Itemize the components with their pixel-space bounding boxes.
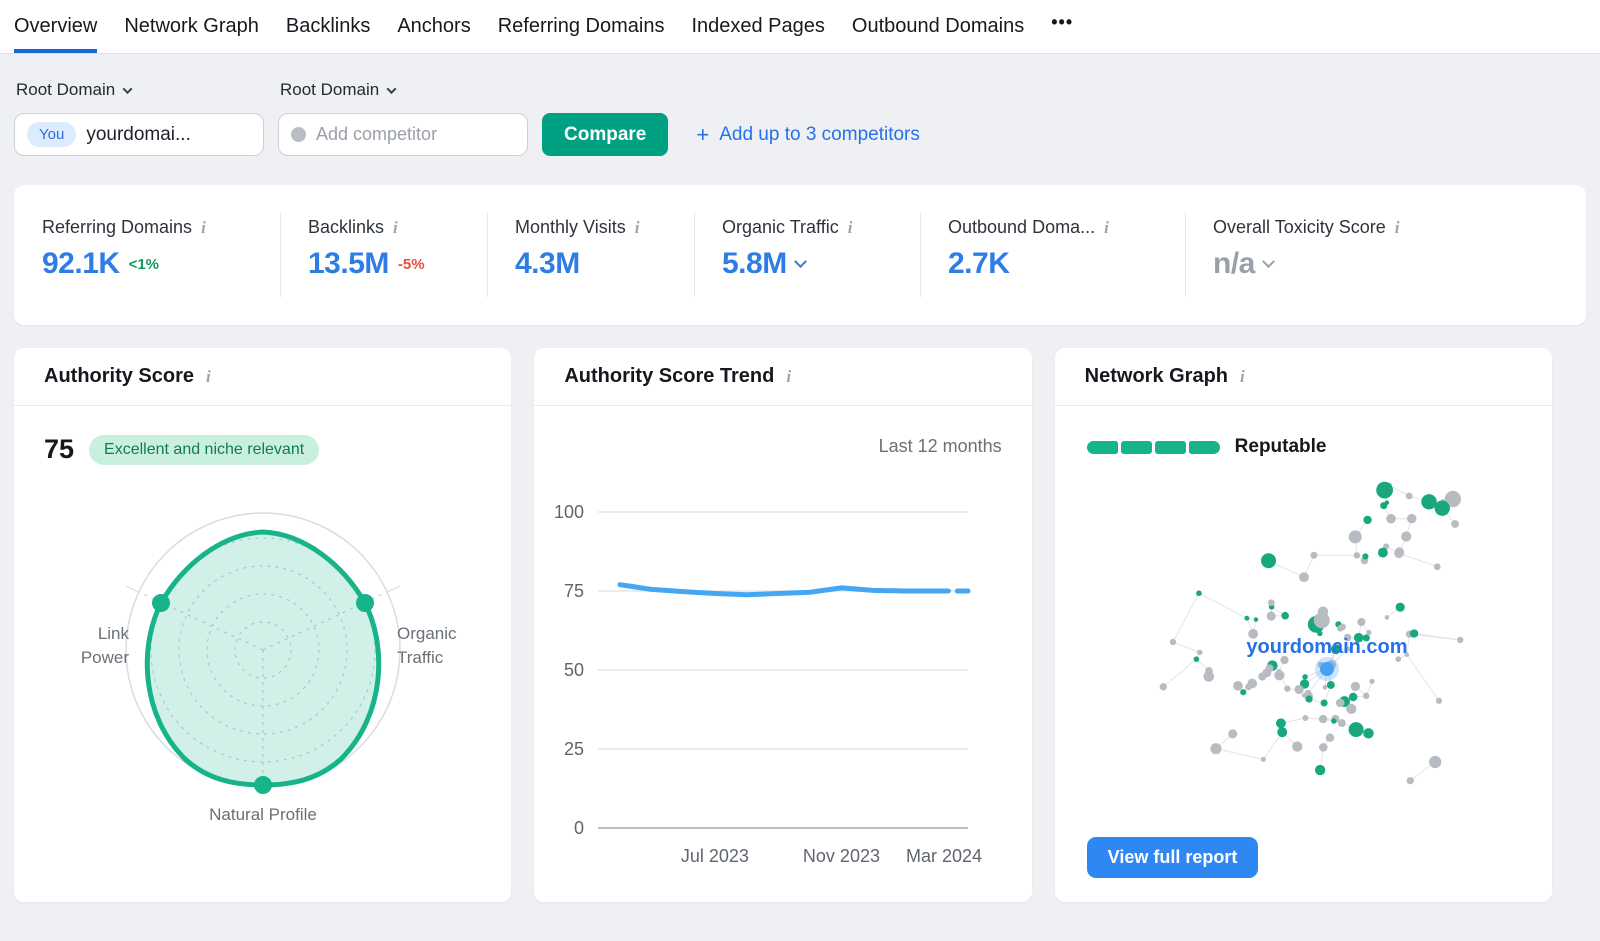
info-icon[interactable]: i	[393, 218, 398, 238]
svg-text:Jul 2023: Jul 2023	[681, 846, 749, 866]
you-badge: You	[27, 122, 77, 147]
metric-value: 4.3M	[515, 247, 580, 280]
svg-text:Nov 2023: Nov 2023	[803, 846, 880, 866]
metric-overall-toxicity-score: Overall Toxicity Score i n/a	[1185, 185, 1586, 325]
svg-text:0: 0	[574, 818, 584, 838]
tab-backlinks[interactable]: Backlinks	[286, 0, 370, 53]
authority-score-title: Authority Score	[44, 365, 195, 387]
plus-icon: +	[696, 121, 710, 147]
network-center-domain-label: yourdomain.com	[1246, 636, 1407, 658]
tab-indexed-pages[interactable]: Indexed Pages	[691, 0, 824, 53]
metric-value: 5.8M	[722, 247, 787, 280]
your-domain-input[interactable]: You yourdomai...	[14, 113, 264, 156]
tab-outbound-domains[interactable]: Outbound Domains	[852, 0, 1024, 53]
metric-delta: -5%	[397, 255, 425, 273]
metric-label: Overall Toxicity Score	[1213, 217, 1386, 237]
info-icon[interactable]: i	[206, 367, 211, 387]
tab-anchors[interactable]: Anchors	[397, 0, 470, 53]
metric-label: Outbound Doma...	[948, 217, 1096, 237]
info-icon[interactable]: i	[201, 218, 206, 238]
metric-monthly-visits: Monthly Visits i 4.3M	[487, 185, 694, 325]
metric-backlinks: Backlinks i 13.5M -5%	[280, 185, 487, 325]
svg-text:25: 25	[564, 739, 584, 759]
radar-axis-organic-traffic: Organic Traffic	[397, 624, 457, 667]
svg-text:75: 75	[564, 581, 584, 601]
authority-radar-chart: Link Power Organic Traffic Natural Profile	[43, 477, 483, 860]
network-graph-title: Network Graph	[1084, 365, 1229, 387]
metric-organic-traffic: Organic Traffic i 5.8M	[694, 185, 920, 325]
info-icon[interactable]: i	[1104, 218, 1109, 238]
info-icon[interactable]: i	[786, 367, 791, 387]
metric-label: Organic Traffic	[722, 217, 839, 237]
tab-overview[interactable]: Overview	[14, 0, 98, 53]
root-domain-dropdown[interactable]: Root Domain	[16, 80, 264, 100]
metric-label: Backlinks	[308, 217, 385, 237]
competitor-root-domain-dropdown[interactable]: Root Domain	[280, 80, 528, 100]
metric-outbound-doma: Outbound Doma... i 2.7K	[920, 185, 1185, 325]
metric-value: 92.1K	[42, 247, 120, 280]
more-tabs-button[interactable]: •••	[1051, 0, 1073, 53]
authority-trend-chart: 100 75 50 25 0 Jul 2023 Nov 2023 Mar 2024	[534, 406, 1031, 889]
chevron-down-icon	[122, 83, 133, 94]
info-icon[interactable]: i	[1240, 367, 1245, 387]
info-icon[interactable]: i	[635, 218, 640, 238]
info-icon[interactable]: i	[1395, 218, 1400, 238]
overview-cards: Authority Score i 75 Excellent and niche…	[14, 348, 1552, 902]
metrics-summary-bar: Referring Domains i 92.1K <1% Backlinks i 13.5…	[14, 185, 1586, 325]
metric-label: Referring Domains	[42, 217, 193, 237]
top-tab-bar: Overview Network Graph Backlinks Anchors Ref…	[0, 0, 1600, 54]
metric-value: n/a	[1213, 247, 1255, 280]
radar-axis-natural-profile: Natural Profile	[209, 805, 317, 824]
metric-label: Monthly Visits	[515, 217, 626, 237]
info-icon[interactable]: i	[848, 218, 853, 238]
reputation-label: Reputable	[1234, 436, 1327, 457]
authority-score-trend-card: Authority Score Trend i Last 12 months 1…	[534, 348, 1032, 902]
chevron-down-icon	[386, 83, 397, 94]
metric-value: 13.5M	[308, 247, 389, 280]
network-graph-card: Network Graph i Reputable yourdomain.com…	[1054, 348, 1552, 902]
reputation-meter	[1086, 440, 1220, 454]
competitor-root-domain-label: Root Domain	[280, 80, 380, 99]
tab-network-graph[interactable]: Network Graph	[124, 0, 259, 53]
network-graph-visualization[interactable]: yourdomain.com	[1055, 464, 1552, 881]
radar-axis-link-power: Link Power	[80, 624, 129, 667]
compare-button[interactable]: Compare	[542, 113, 669, 156]
chevron-down-icon[interactable]	[793, 254, 807, 268]
svg-text:Mar 2024: Mar 2024	[906, 846, 982, 866]
svg-text:50: 50	[564, 660, 584, 680]
your-domain-value: yourdomai...	[86, 123, 191, 145]
add-competitor-input[interactable]: Add competitor	[278, 113, 528, 156]
view-full-report-button[interactable]: View full report	[1086, 837, 1259, 878]
domain-filters: Root Domain You yourdomai... Root Domain…	[0, 54, 1600, 156]
add-competitors-link[interactable]: + Add up to 3 competitors	[696, 113, 920, 156]
authority-score-card: Authority Score i 75 Excellent and niche…	[14, 348, 512, 902]
chevron-down-icon[interactable]	[1261, 254, 1275, 268]
add-competitors-label: Add up to 3 competitors	[719, 123, 920, 145]
favicon-placeholder-icon	[291, 127, 306, 142]
metric-value: 2.7K	[948, 247, 1010, 280]
add-competitor-placeholder: Add competitor	[316, 124, 438, 144]
authority-score-badge: Excellent and niche relevant	[89, 434, 320, 465]
authority-score-value: 75	[44, 434, 75, 464]
trend-title: Authority Score Trend	[564, 365, 775, 387]
root-domain-label: Root Domain	[16, 80, 116, 99]
tab-referring-domains[interactable]: Referring Domains	[498, 0, 665, 53]
svg-text:100: 100	[554, 502, 584, 522]
metric-delta: <1%	[128, 255, 160, 273]
metric-referring-domains: Referring Domains i 92.1K <1%	[14, 185, 280, 325]
